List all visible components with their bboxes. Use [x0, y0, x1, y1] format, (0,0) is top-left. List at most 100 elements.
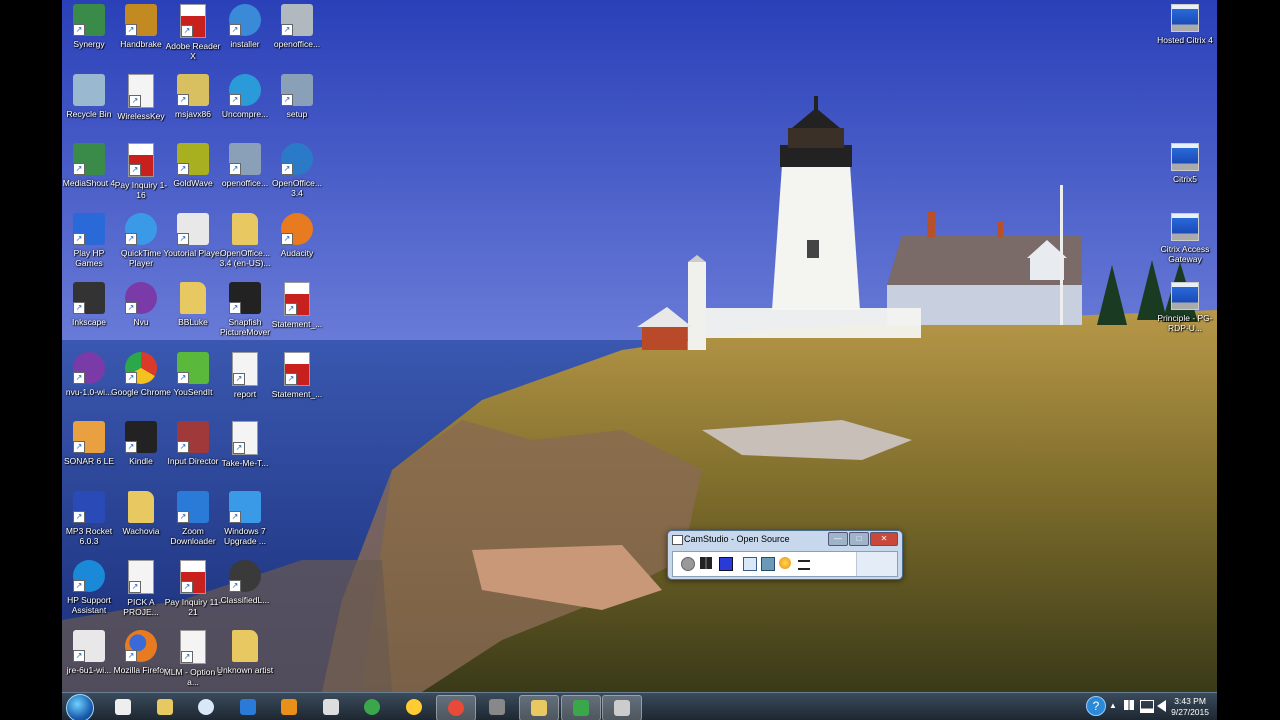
desktop-icon-citrix[interactable]: Citrix Access Gateway: [1155, 212, 1215, 264]
desktop-icon[interactable]: ↗ PICK A PROJE...: [111, 560, 171, 617]
taskbar-app-button[interactable]: [104, 695, 142, 719]
desktop-icon[interactable]: ↗ Handbrake: [111, 4, 171, 49]
desktop-icon[interactable]: ↗ Mozilla Firefox: [111, 629, 171, 675]
shortcut-arrow-icon: ↗: [73, 580, 85, 592]
desktop-icon[interactable]: Wachovia: [111, 490, 171, 536]
recycle-bin-icon: [73, 73, 105, 106]
desktop-icon[interactable]: ↗ Adobe Reader X: [163, 4, 223, 61]
taskbar-app-button[interactable]: [395, 695, 433, 719]
shortcut-arrow-icon: ↗: [285, 372, 297, 385]
close-button[interactable]: ✕: [870, 532, 898, 546]
camstudio-window[interactable]: CamStudio - Open Source — □ ✕: [667, 530, 903, 580]
action-center-icon[interactable]: [1124, 700, 1134, 710]
shortcut-arrow-icon: ↗: [281, 163, 293, 175]
taskbar-app-button[interactable]: [602, 695, 642, 720]
desktop-icon[interactable]: ↗ WirelessKey: [111, 73, 171, 121]
desktop-icon[interactable]: ↗ setup: [267, 73, 327, 119]
taskbar-app-button[interactable]: [353, 695, 391, 719]
desktop-icon[interactable]: ↗ ClassifiedL...: [215, 560, 275, 605]
desktop-icon[interactable]: ↗ Google Chrome: [111, 351, 172, 397]
desktop-icon-label: Kindle: [129, 456, 153, 466]
pdf-icon: ↗: [180, 560, 206, 594]
taskbar-app-button[interactable]: [478, 695, 516, 719]
desktop-icon[interactable]: ↗ openoffice...: [267, 4, 327, 49]
taskbar-app-button[interactable]: [146, 695, 184, 719]
desktop-icon[interactable]: ↗ Windows 7 Upgrade ...: [215, 490, 275, 546]
desktop-icon[interactable]: BBLuke: [163, 282, 223, 327]
desktop-icon[interactable]: ↗ Pay Inquiry 11-21: [163, 560, 223, 617]
stop-icon[interactable]: [719, 557, 733, 571]
desktop-icon[interactable]: ↗ Input Director: [163, 421, 223, 466]
camstudio-status-panel: [856, 552, 897, 576]
settings-icon[interactable]: [779, 557, 791, 569]
desktop-icon[interactable]: ↗ Take-Me-T...: [215, 421, 275, 468]
desktop-icon[interactable]: ↗ Statement_...: [267, 351, 327, 399]
taskbar-app-button[interactable]: [560, 695, 601, 720]
desktop-icon[interactable]: ↗ Zoom Downloader: [163, 490, 223, 546]
desktop-icon-label: Citrix5: [1172, 174, 1198, 184]
desktop-icon-label: Hosted Citrix 4: [1157, 35, 1213, 45]
desktop-icon[interactable]: ↗ QuickTime Player: [111, 212, 171, 268]
document-icon: ↗: [232, 351, 258, 386]
desktop-icon[interactable]: ↗ msjavx86: [163, 73, 223, 119]
desktop-icon[interactable]: ↗ MLM - Option 1 a...: [163, 629, 223, 687]
desktop-icon[interactable]: OpenOffice... 3.4 (en-US)...: [215, 212, 275, 268]
desktop-icon-citrix[interactable]: Principle - PG-RDP-U...: [1155, 282, 1215, 333]
taskbar-app-button[interactable]: [519, 695, 559, 720]
taskbar-app-button[interactable]: [229, 695, 267, 719]
pdf-icon: ↗: [284, 351, 310, 386]
camstudio-icon: [572, 700, 589, 716]
desktop-icon[interactable]: ↗ Uncompre...: [215, 73, 275, 119]
shortcut-arrow-icon: ↗: [125, 649, 137, 662]
desktop-icon[interactable]: ↗ Nvu: [111, 282, 171, 327]
desktop-icon-label: report: [233, 388, 257, 399]
audacity-icon: ↗: [281, 212, 313, 245]
desktop-icon[interactable]: ↗ GoldWave: [163, 143, 223, 188]
volume-icon[interactable]: [1157, 700, 1166, 712]
desktop-icon[interactable]: ↗ Snapfish PictureMover: [215, 282, 275, 337]
desktop-icon-label: openoffice...: [221, 178, 269, 188]
desktop-icon-label: openoffice...: [273, 39, 321, 49]
taskbar-app-button[interactable]: [187, 695, 225, 719]
desktop-icon[interactable]: ↗ OpenOffice... 3.4: [267, 143, 327, 198]
media-player-icon: [281, 699, 297, 715]
desktop-icon[interactable]: ↗ Audacity: [267, 212, 327, 258]
installer-box-icon: ↗: [177, 73, 209, 106]
desktop-icon[interactable]: ↗ Pay Inquiry 1-16: [111, 143, 171, 200]
desktop-icon-label: Google Chrome: [111, 386, 172, 397]
desktop-icon-citrix[interactable]: Citrix5: [1155, 143, 1215, 184]
pause-icon[interactable]: [700, 557, 712, 569]
clock-date: 9/27/2015: [1171, 707, 1209, 717]
desktop-icon[interactable]: ↗ Statement_...: [267, 282, 327, 329]
taskbar-app-button[interactable]: [270, 695, 308, 719]
desktop-icon[interactable]: ↗ installer: [215, 4, 275, 49]
shortcut-arrow-icon: ↗: [129, 164, 141, 176]
desktop-icon[interactable]: ↗ Kindle: [111, 421, 171, 466]
mp3-icon: ↗: [180, 629, 206, 664]
help-icon[interactable]: ?: [1086, 696, 1106, 716]
desktop-icon[interactable]: ↗ report: [215, 351, 275, 399]
start-button[interactable]: [66, 694, 94, 720]
minimize-button[interactable]: —: [828, 532, 848, 546]
taskbar-app-button[interactable]: [312, 695, 350, 719]
taskbar-app-button[interactable]: [436, 695, 476, 720]
shortcut-arrow-icon: ↗: [73, 371, 85, 384]
record-icon[interactable]: [681, 557, 695, 571]
desktop-icon[interactable]: ↗ YouSendIt: [163, 351, 223, 397]
network-icon[interactable]: [1140, 700, 1154, 713]
system-clock[interactable]: 3:43 PM 9/27/2015: [1171, 696, 1209, 718]
desktop-icon-label: msjavx86: [175, 108, 211, 119]
desktop-icon[interactable]: ↗ Youtorial Player: [163, 212, 223, 258]
desktop-icon-citrix[interactable]: Hosted Citrix 4: [1155, 4, 1215, 45]
desktop-icon[interactable]: Unknown artist: [215, 629, 275, 675]
desktop-icon[interactable]: ↗ openoffice...: [215, 143, 275, 188]
maximize-button[interactable]: □: [849, 532, 869, 546]
region-icon[interactable]: [743, 557, 757, 571]
swap-icon[interactable]: [798, 560, 810, 570]
annotate-icon[interactable]: [761, 557, 775, 571]
desktop-icon-label: OpenOffice... 3.4 (en-US)...: [219, 247, 271, 268]
shortcut-arrow-icon: ↗: [73, 163, 85, 175]
classified-icon: ↗: [229, 560, 261, 592]
shortcut-arrow-icon: ↗: [181, 25, 193, 37]
show-hidden-icons-icon[interactable]: ▲: [1109, 701, 1117, 710]
